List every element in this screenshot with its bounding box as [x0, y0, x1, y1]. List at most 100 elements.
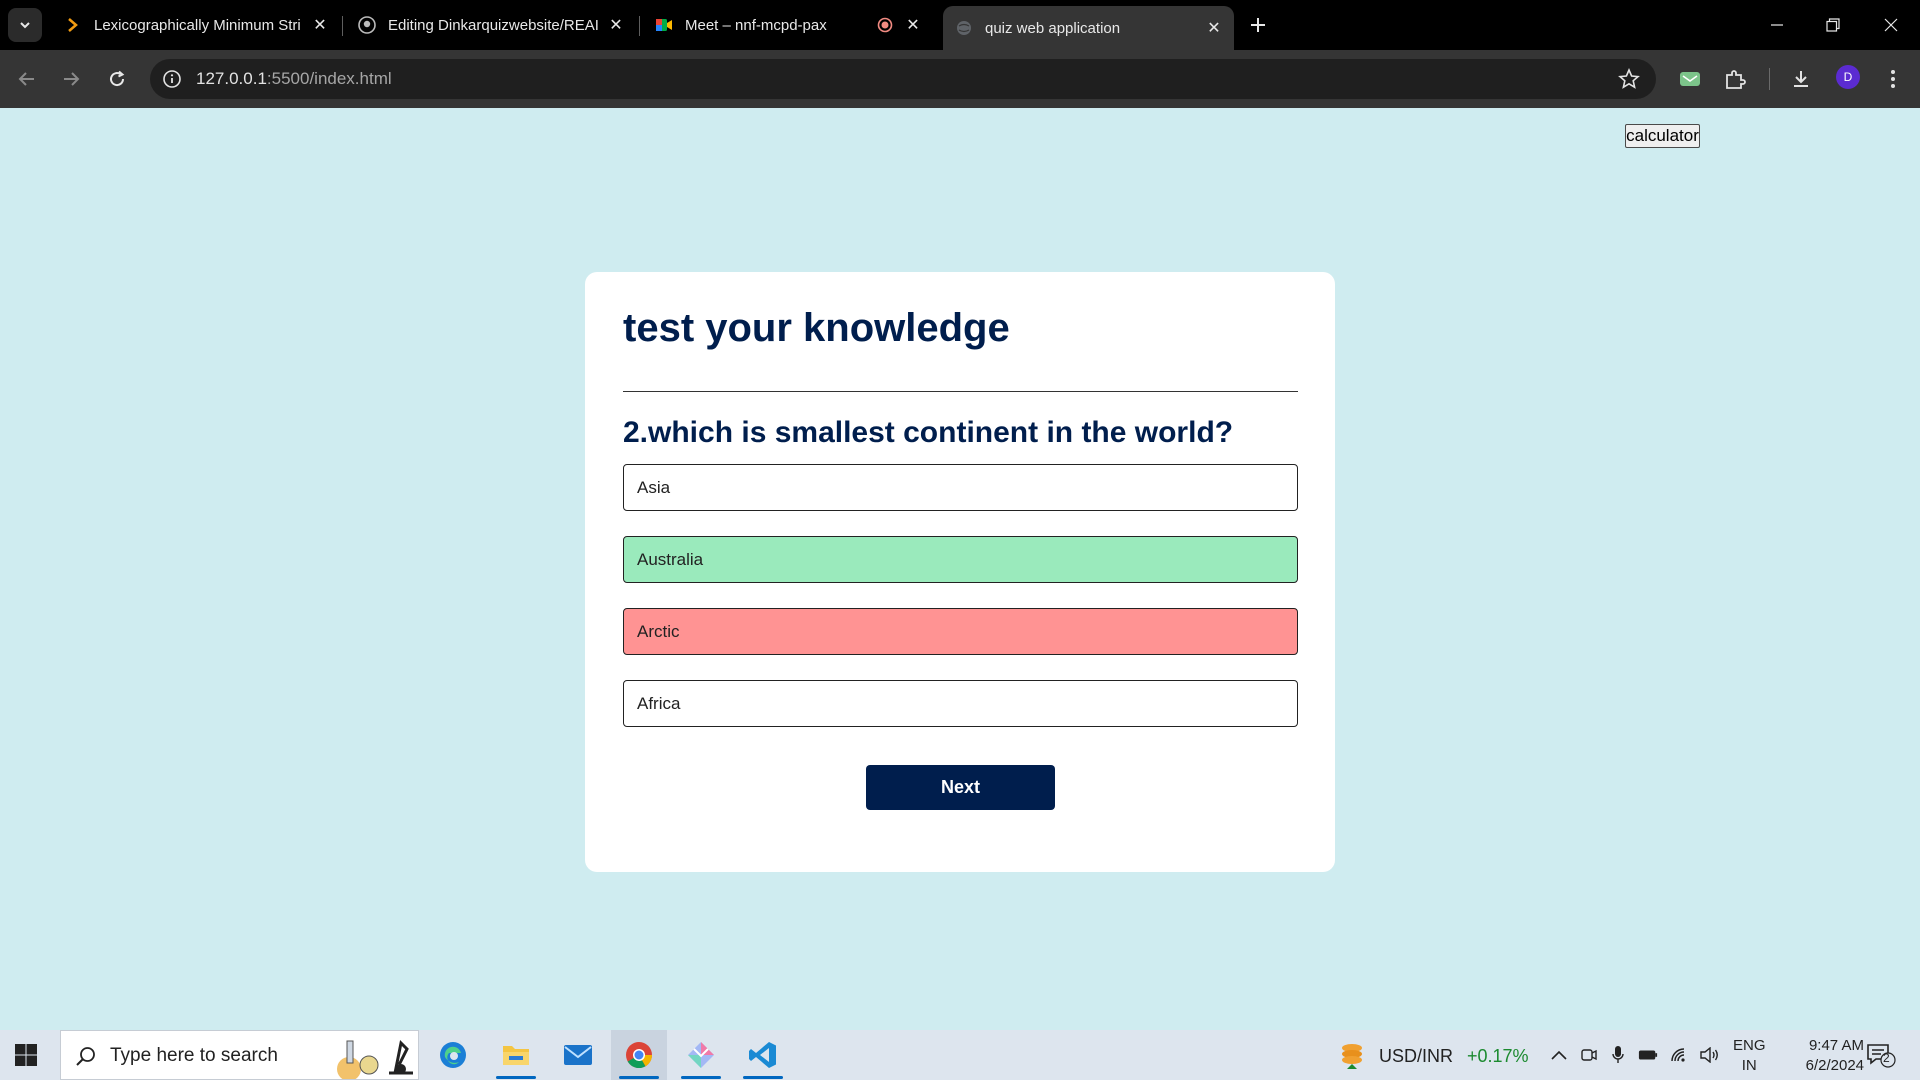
plus-icon [1251, 18, 1265, 32]
folder-icon [503, 1046, 529, 1065]
speaker-icon [1700, 1047, 1718, 1063]
taskbar-app-diamond[interactable] [673, 1030, 729, 1080]
wifi-icon [1671, 1048, 1685, 1062]
windows-start-icon[interactable] [14, 1043, 38, 1067]
battery-icon [1638, 1050, 1658, 1060]
search-icon [76, 1047, 95, 1066]
browser-menu-button[interactable] [1880, 66, 1906, 92]
notification-count: 2 [1883, 1051, 1890, 1065]
tab-separator [639, 16, 640, 36]
close-tab-icon[interactable]: ✕ [1202, 16, 1226, 40]
taskbar-edge[interactable] [425, 1030, 481, 1080]
tab-separator [342, 16, 343, 36]
email-extension-icon [1680, 72, 1700, 86]
chrome-icon [626, 1042, 653, 1069]
tray-wifi[interactable] [1670, 1045, 1690, 1065]
toolbar-separator [1769, 68, 1770, 90]
answer-option-arctic[interactable]: Arctic [623, 608, 1298, 655]
edge-icon [440, 1042, 466, 1068]
answer-option-australia[interactable]: Australia [623, 536, 1298, 583]
reload-icon [110, 70, 125, 87]
calculator-button[interactable]: calculator [1625, 124, 1700, 148]
tray-battery[interactable] [1638, 1045, 1658, 1065]
region-code: IN [1741, 1057, 1757, 1074]
codechef-icon [64, 16, 82, 34]
url-text: 127.0.0.1:5500/index.html [196, 69, 392, 89]
tab-quiz-web-application[interactable]: quiz web application ✕ [943, 6, 1234, 50]
tray-volume[interactable] [1700, 1045, 1720, 1065]
ticker-symbol: USD/INR [1379, 1045, 1454, 1066]
language-indicator[interactable]: ENG IN [1733, 1036, 1766, 1076]
url-path: :5500/index.html [266, 69, 392, 88]
minimize-button[interactable] [1762, 10, 1792, 40]
extension-email-button[interactable] [1677, 66, 1703, 92]
minimize-icon [1771, 24, 1783, 26]
close-tab-icon[interactable]: ✕ [308, 13, 332, 37]
currency-coins-icon [1342, 1044, 1362, 1069]
arrow-right-icon [64, 72, 80, 86]
search-placeholder: Type here to search [110, 1045, 278, 1066]
site-info-icon[interactable] [162, 69, 182, 89]
taskbar-vscode[interactable] [735, 1030, 791, 1080]
clock-date: 6/2/2024 [1805, 1057, 1864, 1074]
diamond-app-icon [688, 1042, 714, 1068]
profile-avatar[interactable]: D [1836, 65, 1860, 89]
puzzle-piece-icon [1726, 70, 1746, 89]
next-button[interactable]: Next [866, 765, 1055, 810]
back-button[interactable] [12, 64, 42, 94]
tab-title: Editing Dinkarquizwebsite/REAI [388, 16, 599, 34]
download-icon [1794, 71, 1808, 87]
tab-search-button[interactable] [8, 8, 42, 42]
chevron-down-icon [20, 22, 30, 29]
address-bar[interactable]: 127.0.0.1:5500/index.html [150, 59, 1656, 99]
browser-tab-bar: Lexicographically Minimum Stri ✕ Editing… [0, 0, 1920, 50]
close-icon [1884, 18, 1898, 32]
taskbar-file-explorer[interactable] [488, 1030, 544, 1080]
taskbar-chrome[interactable] [611, 1030, 667, 1080]
tray-meet-now[interactable] [1579, 1045, 1599, 1065]
google-meet-icon [655, 16, 673, 34]
notification-icon [1867, 1044, 1896, 1068]
taskbar-search-box[interactable]: Type here to search [60, 1030, 419, 1080]
browser-toolbar: 127.0.0.1:5500/index.html [0, 50, 1920, 108]
language-code: ENG [1733, 1037, 1766, 1054]
show-hidden-icons-button[interactable] [1549, 1045, 1569, 1065]
extensions-button[interactable] [1722, 66, 1748, 92]
new-tab-button[interactable] [1245, 12, 1271, 38]
stock-ticker-widget[interactable]: USD/INR +0.17% [1337, 1042, 1529, 1070]
close-tab-icon[interactable]: ✕ [901, 13, 925, 37]
tab-title: Lexicographically Minimum Stri [94, 16, 301, 34]
answer-option-africa[interactable]: Africa [623, 680, 1298, 727]
answer-option-asia[interactable]: Asia [623, 464, 1298, 511]
mail-icon [564, 1045, 592, 1065]
tray-microphone[interactable] [1608, 1045, 1628, 1065]
tab-title: Meet – nnf-mcpd-pax [685, 16, 827, 34]
recording-icon [875, 15, 895, 35]
microphone-icon [1612, 1046, 1624, 1063]
clock-time: 9:47 AM [1808, 1037, 1864, 1054]
close-window-button[interactable] [1876, 10, 1906, 40]
bookmark-star-icon[interactable] [1618, 68, 1640, 90]
tab-github[interactable]: Editing Dinkarquizwebsite/REAI ✕ [346, 8, 636, 42]
notification-center-button[interactable]: 2 [1866, 1042, 1896, 1068]
close-tab-icon[interactable]: ✕ [604, 13, 628, 37]
search-highlight-science-icon [337, 1039, 413, 1079]
restore-button[interactable] [1818, 10, 1848, 40]
downloads-button[interactable] [1788, 66, 1814, 92]
globe-icon [955, 19, 973, 37]
taskbar-mail[interactable] [550, 1030, 606, 1080]
tab-title: quiz web application [985, 19, 1121, 37]
question-text: 2.which is smallest continent in the wor… [623, 416, 1234, 449]
forward-button[interactable] [56, 64, 86, 94]
system-clock[interactable]: 9:47 AM 6/2/2024 [1776, 1036, 1864, 1076]
meet-now-icon [1581, 1049, 1597, 1061]
title-divider [623, 391, 1298, 392]
restore-icon [1826, 18, 1840, 32]
arrow-left-icon [18, 72, 34, 86]
github-icon [358, 16, 376, 34]
tab-codechef[interactable]: Lexicographically Minimum Stri ✕ [52, 8, 340, 42]
tab-google-meet[interactable]: Meet – nnf-mcpd-pax ✕ [643, 8, 933, 42]
more-vertical-icon [1891, 70, 1895, 88]
vscode-icon [749, 1042, 776, 1068]
reload-button[interactable] [102, 64, 132, 94]
